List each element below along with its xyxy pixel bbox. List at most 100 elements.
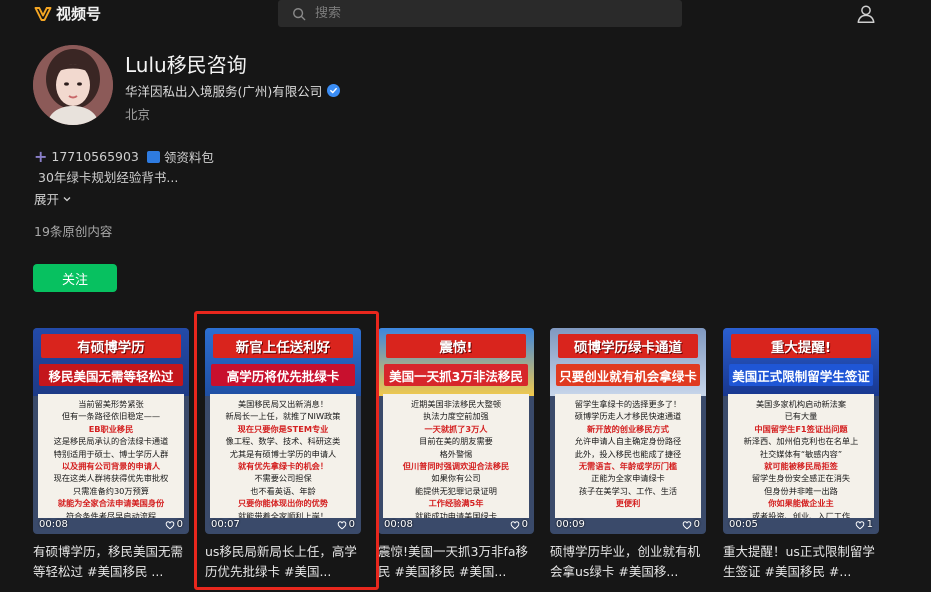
video-card[interactable]: 有硕博学历移民美国无需等轻松过当前留美形势紧张但有一条路径依旧稳定—— EB职业移… (33, 328, 189, 582)
expand-button[interactable]: 展开 (34, 189, 72, 208)
thumbnail-text-line: 就能为全家合法申请美国身份 (57, 498, 165, 509)
user-icon[interactable] (855, 3, 877, 25)
video-likes: 0 (510, 519, 528, 530)
video-thumbnail[interactable]: 新官上任送利好 高学历将优先批绿卡 美国移民局又出新消息！ 新局长一上任，就推了NIW… (205, 328, 361, 534)
app-name: 视频号 (56, 5, 102, 23)
likes-count: 0 (348, 519, 355, 530)
thumbnail-text-line: 但有一条路径依旧稳定—— (61, 411, 161, 422)
thumbnail-text-line: 这是移民局承认的合法绿卡通道 (53, 436, 169, 447)
thumbnail-header: 有硕博学历移民美国无需等轻松过 (33, 328, 189, 396)
video-thumbnail[interactable]: 硕博学历绿卡通道 只要创业就有机会拿绿卡留学生拿绿卡的选择更多了！ 硕博学历走人才移… (550, 328, 706, 534)
thumbnail-text-line: 正能为全家申请绿卡 (591, 473, 665, 484)
video-duration: 00:08 (384, 519, 413, 530)
thumbnail-text-line: EB职业移民 (88, 423, 134, 434)
video-card[interactable]: 震惊! 美国一天抓3万非法移民近期美国非法移民大整顿 执法力度空前加强 一天就抓了3万… (378, 328, 534, 582)
thumbnail-text-line: 一天就抓了3万人 (424, 423, 488, 434)
thumbnail-text-line: 像工程、数学、技术、科研这类 (225, 436, 341, 447)
video-thumbnail[interactable]: 重大提醒! 美国正式限制留学生签证 美国多家机构启动新法案 已有大量 中国留学生F1签证… (723, 328, 879, 534)
thumbnail-text-line: 尤其是有硕博士学历的申请人 (229, 448, 337, 459)
likes-count: 0 (521, 519, 528, 530)
video-likes: 0 (337, 519, 355, 530)
thumbnail-header: 硕博学历绿卡通道 只要创业就有机会拿绿卡 (550, 328, 706, 396)
search-icon (293, 7, 306, 20)
thumbnail-subtitle: 美国一天抓3万非法移民 (384, 364, 528, 386)
original-content-count: 19条原创内容 (34, 224, 113, 239)
video-card[interactable]: 新官上任送利好 高学历将优先批绿卡 美国移民局又出新消息！ 新局长一上任，就推了NIW… (205, 328, 361, 582)
company-name: 华洋因私出入境服务(广州)有限公司 (125, 84, 323, 99)
likes-count: 1 (866, 519, 873, 530)
avatar-portrait-icon (33, 45, 113, 125)
package-icon (146, 150, 160, 163)
thumbnail-text-line: 就可能被移民局拒签 (764, 461, 838, 472)
thumbnail-text-line: 就能带着全家顺利上岸！ (237, 510, 329, 518)
bio-contact-extra: 领资料包 (163, 150, 214, 165)
thumbnail-text-line: 新泽西、加州伯克利也在名单上 (743, 436, 859, 447)
video-card[interactable]: 硕博学历绿卡通道 只要创业就有机会拿绿卡留学生拿绿卡的选择更多了！ 硕博学历走人才移… (550, 328, 706, 582)
thumbnail-text-line: 工作经验满5年 (428, 498, 484, 509)
thumbnail-text-line: 社交媒体有“敏感内容” (759, 448, 843, 459)
thumbnail-text-line: 留学生拿绿卡的选择更多了！ (574, 399, 682, 409)
video-duration: 00:08 (39, 519, 68, 530)
top-bar: 视频号 (0, 0, 931, 28)
thumbnail-text-line: 当前留美形势紧张 (78, 399, 144, 409)
thumbnail-subtitle: 高学历将优先批绿卡 (211, 364, 355, 386)
thumbnail-text: 近期美国非法移民大整顿 执法力度空前加强 一天就抓了3万人 目前在美的朋友需要 格外警惕… (383, 394, 529, 518)
app-logo[interactable]: 视频号 (34, 3, 101, 24)
thumbnail-text-line: 就有优先拿绿卡的机会！ (237, 461, 329, 472)
video-likes: 1 (855, 519, 873, 530)
thumbnail-text-line: 或者投资、创业、入厂工作 (751, 510, 851, 518)
thumbnail-text-line: 符合条件者尽早启动流程 (65, 510, 157, 518)
profile-name: Lulu移民咨询 (125, 53, 247, 77)
thumbnail-text-line: 现在这类人群将获得优先审批权 (53, 473, 169, 484)
video-duration: 00:05 (729, 519, 758, 530)
search-box[interactable] (278, 0, 682, 27)
video-duration: 00:09 (556, 519, 585, 530)
thumbnail-text-line: 此外，投入移民也能成了捷径 (574, 448, 682, 459)
thumbnail-text: 当前留美形势紧张但有一条路径依旧稳定—— EB职业移民这是移民局承认的合法绿卡通道… (38, 394, 184, 518)
channels-logo-icon (34, 6, 52, 21)
thumbnail-text-line: 允许申请人自主确定身份路径 (574, 436, 682, 447)
search-input[interactable] (315, 6, 645, 21)
video-caption[interactable]: 震惊!美国一天抓3万非fa移民 #美国移民 #美国... (378, 542, 534, 582)
thumbnail-subtitle: 移民美国无需等轻松过 (39, 364, 183, 386)
video-caption[interactable]: 重大提醒！us正式限制留学生签证 #美国移民 #... (723, 542, 879, 582)
heart-icon (510, 520, 520, 529)
thumbnail-subtitle: 美国正式限制留学生签证 (729, 364, 873, 386)
thumbnail-text-line: 新局长一上任，就推了NIW政策 (225, 411, 341, 422)
video-thumbnail[interactable]: 震惊! 美国一天抓3万非法移民近期美国非法移民大整顿 执法力度空前加强 一天就抓了3万… (378, 328, 534, 534)
profile-location: 北京 (125, 107, 151, 122)
thumbnail-text: 美国多家机构启动新法案 已有大量 中国留学生F1签证出问题 新泽西、加州伯克利也在名单… (728, 394, 874, 518)
heart-icon (855, 520, 865, 529)
thumbnail-title: 硕博学历绿卡通道 (558, 334, 698, 358)
video-caption[interactable]: 有硕博学历，移民美国无需等轻松过 #美国移民 ... (33, 542, 189, 582)
bio-line: 30年绿卡规划经验背书... (38, 170, 179, 185)
video-duration: 00:07 (211, 519, 240, 530)
thumbnail-text-line: 只要你能体现出你的优势 (237, 498, 329, 509)
thumbnail-title: 震惊! (386, 334, 526, 358)
video-likes: 0 (682, 519, 700, 530)
plus-icon: + (34, 147, 48, 166)
heart-icon (337, 520, 347, 529)
heart-icon (682, 520, 692, 529)
thumbnail-subtitle: 只要创业就有机会拿绿卡 (556, 364, 700, 386)
thumbnail-text-line: 执法力度空前加强 (423, 411, 489, 422)
thumbnail-text-line: 硕博学历走人才移民快速通道 (574, 411, 682, 422)
video-thumbnail[interactable]: 有硕博学历移民美国无需等轻松过当前留美形势紧张但有一条路径依旧稳定—— EB职业移… (33, 328, 189, 534)
thumbnail-text-line: 不需要公司担保 (254, 473, 312, 484)
verified-icon (327, 84, 341, 97)
video-card[interactable]: 重大提醒! 美国正式限制留学生签证 美国多家机构启动新法案 已有大量 中国留学生F1签证… (723, 328, 879, 582)
likes-count: 0 (176, 519, 183, 530)
video-caption[interactable]: us移民局新局长上任，高学历优先批绿卡 #美国... (205, 542, 361, 582)
profile-company: 华洋因私出入境服务(广州)有限公司 (125, 81, 341, 100)
thumbnail-text-line: 无需语言、年龄或学历门槛 (578, 461, 678, 472)
thumbnail-title: 有硕博学历 (41, 334, 181, 358)
thumbnail-text-line: 目前在美的朋友需要 (419, 436, 493, 447)
thumbnail-text: 美国移民局又出新消息！ 新局长一上任，就推了NIW政策 现在只要你是STEM专业 像工… (210, 394, 356, 518)
thumbnail-text-line: 现在只要你是STEM专业 (237, 423, 329, 434)
thumbnail-text-line: 中国留学生F1签证出问题 (754, 423, 848, 434)
thumbnail-header: 震惊! 美国一天抓3万非法移民 (378, 328, 534, 396)
thumbnail-text-line: 但川普同时强调欢迎合法移民 (402, 461, 510, 472)
video-caption[interactable]: 硕博学历毕业，创业就有机会拿us绿卡 #美国移... (550, 542, 706, 582)
thumbnail-text-line: 孩子在美学习、工作、生活 (578, 485, 678, 496)
follow-button[interactable]: 关注 (33, 264, 117, 292)
